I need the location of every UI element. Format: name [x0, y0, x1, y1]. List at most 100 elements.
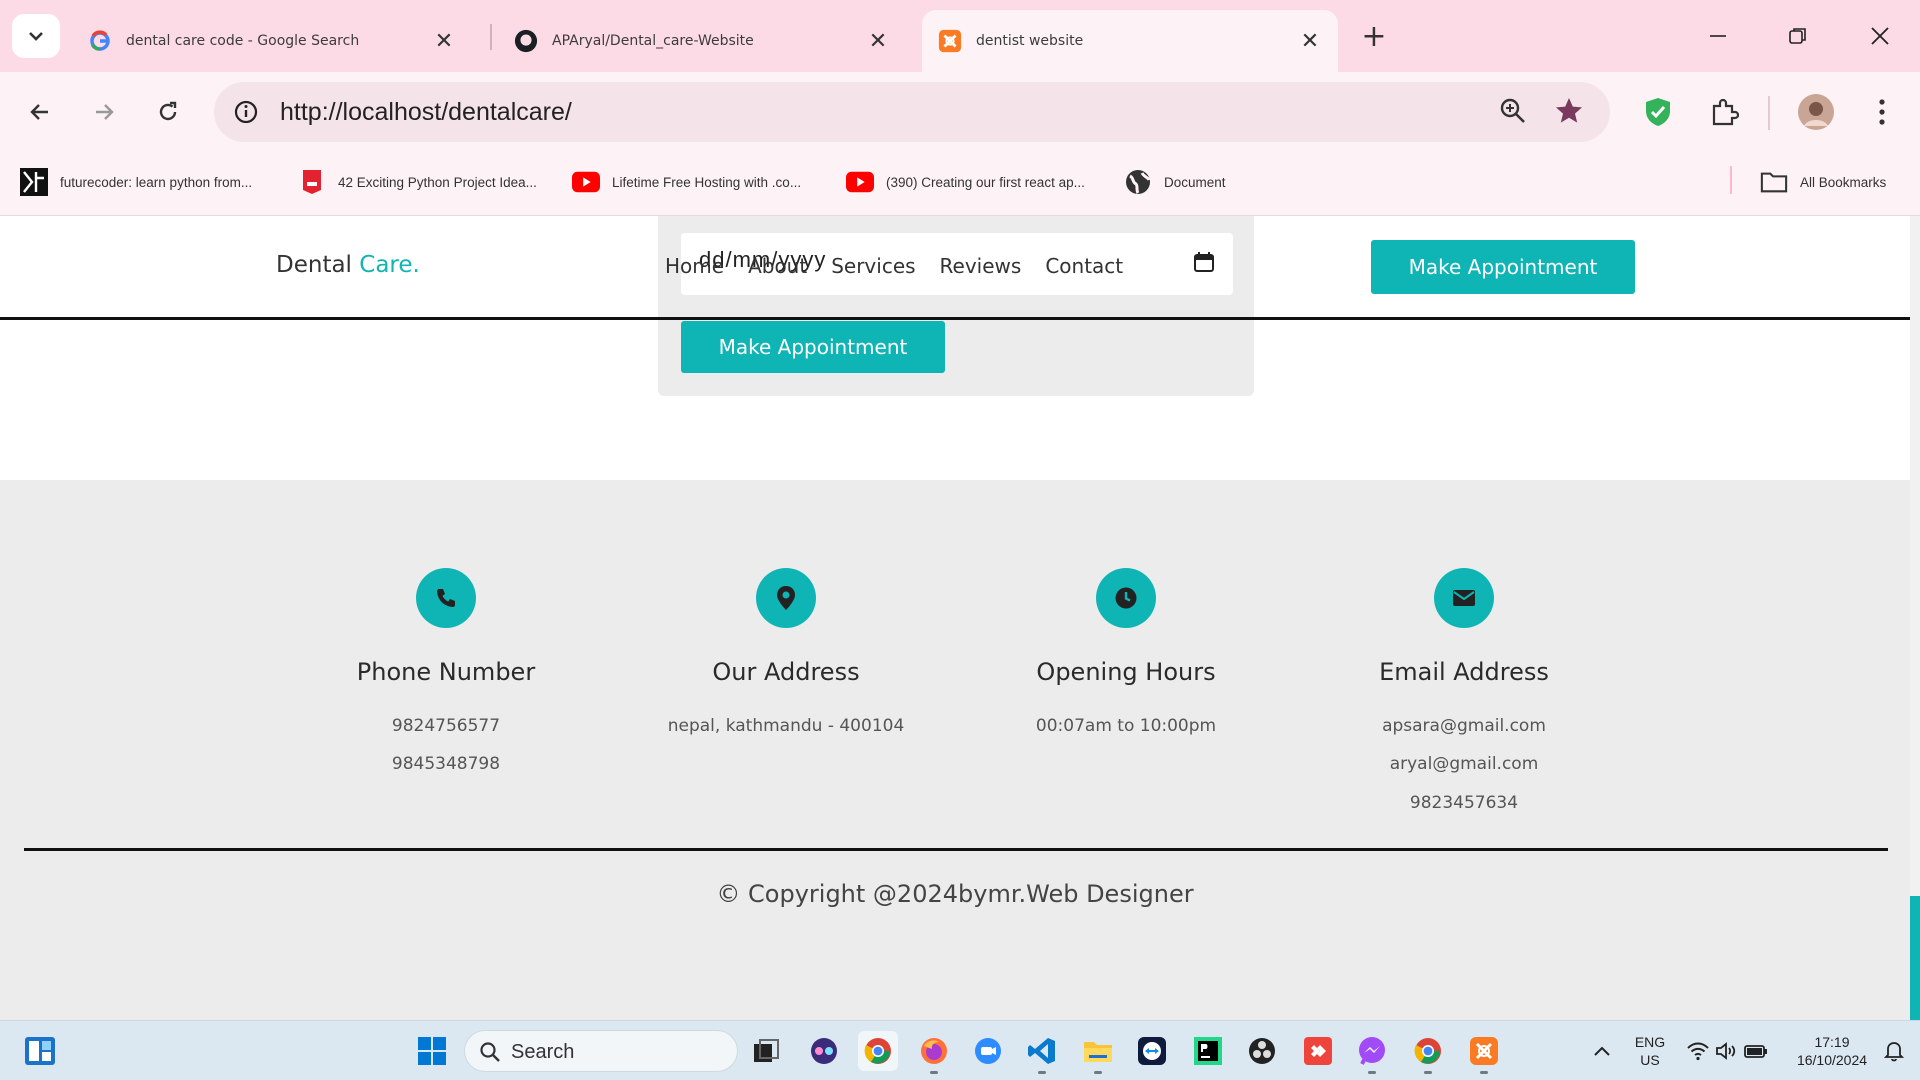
- extensions-button[interactable]: [1704, 92, 1744, 132]
- widgets-button[interactable]: [20, 1031, 60, 1071]
- tab-google-search[interactable]: dental care code - Google Search ✕: [72, 10, 472, 72]
- tab-github[interactable]: APAryal/Dental_care-Website ✕: [498, 10, 906, 72]
- clock-icon: [1096, 568, 1156, 628]
- close-icon[interactable]: ✕: [432, 29, 456, 54]
- notifications-button[interactable]: [1874, 1031, 1914, 1071]
- battery-status[interactable]: [1736, 1031, 1776, 1071]
- close-window-button[interactable]: [1862, 18, 1898, 54]
- show-hidden-icons-button[interactable]: [1582, 1031, 1622, 1071]
- envelope-icon: [1434, 568, 1494, 628]
- bookmark-label: (390) Creating our first react ap...: [886, 174, 1085, 190]
- nav-home[interactable]: Home: [665, 254, 724, 278]
- task-view-button[interactable]: [746, 1031, 786, 1071]
- folder-icon: [1084, 1042, 1112, 1062]
- clock-date[interactable]: 17:19 16/10/2024: [1782, 1033, 1882, 1069]
- browser-menu-button[interactable]: [1862, 92, 1902, 132]
- site-info-icon[interactable]: [230, 96, 262, 128]
- main-nav: Home About Services Reviews Contact: [665, 254, 1123, 278]
- bookmark-label: Lifetime Free Hosting with .co...: [612, 174, 802, 190]
- minimize-button[interactable]: [1700, 18, 1736, 54]
- close-icon[interactable]: ✕: [866, 29, 890, 54]
- taskbar-app-xampp[interactable]: [1464, 1031, 1504, 1074]
- windows-logo-icon: [418, 1037, 446, 1065]
- taskbar-app-zoom[interactable]: [968, 1031, 1008, 1071]
- copyright-text: © Copyright @2024bymr.Web Designer: [716, 880, 1194, 908]
- copilot-icon: [811, 1038, 837, 1064]
- nav-reviews[interactable]: Reviews: [940, 254, 1022, 278]
- taskbar-app-messenger[interactable]: [1352, 1031, 1392, 1074]
- nav-about[interactable]: About: [748, 254, 807, 278]
- shield-icon: [1646, 98, 1670, 126]
- restore-button[interactable]: [1780, 18, 1816, 54]
- futurecoder-icon: [20, 168, 48, 196]
- bookmark-free-hosting[interactable]: Lifetime Free Hosting with .co...: [572, 166, 801, 198]
- bookmark-python-projects[interactable]: 42 Exciting Python Project Idea...: [298, 166, 537, 198]
- taskbar-app-chrome-profile[interactable]: [1408, 1031, 1448, 1074]
- scrollbar-thumb[interactable]: [1910, 896, 1920, 1020]
- taskbar-app-teamviewer[interactable]: [1132, 1031, 1172, 1071]
- taskbar-app-firefox[interactable]: [914, 1031, 954, 1074]
- taskbar-app-anydesk[interactable]: [1298, 1031, 1338, 1071]
- reload-button[interactable]: [148, 92, 188, 132]
- bookmark-futurecoder[interactable]: futurecoder: learn python from...: [20, 166, 252, 198]
- header-appointment-button[interactable]: Make Appointment: [1371, 240, 1635, 294]
- info-title: Phone Number: [356, 658, 536, 686]
- page-viewport: dd/mm/yyyy Make Appointment Dental Care.…: [0, 216, 1920, 1020]
- info-title: Email Address: [1379, 658, 1549, 686]
- shield-extension-button[interactable]: [1638, 92, 1678, 132]
- messenger-icon: [1359, 1037, 1385, 1065]
- bookmark-document[interactable]: Document: [1124, 166, 1226, 198]
- taskbar-app-obs[interactable]: [1242, 1031, 1282, 1071]
- back-button[interactable]: [20, 92, 60, 132]
- language-indicator[interactable]: ENG US: [1624, 1033, 1676, 1069]
- tab-dentist-website[interactable]: dentist website ✕: [922, 10, 1338, 72]
- close-icon[interactable]: ✕: [1298, 29, 1322, 54]
- bookmark-label: futurecoder: learn python from...: [60, 174, 253, 190]
- zoom-icon[interactable]: [1498, 96, 1530, 128]
- nav-contact[interactable]: Contact: [1045, 254, 1123, 278]
- taskbar-app-copilot[interactable]: [804, 1031, 844, 1071]
- folder-icon: [1760, 168, 1788, 196]
- chevron-down-icon: [29, 32, 43, 41]
- profile-avatar-button[interactable]: [1796, 92, 1836, 132]
- github-icon: [514, 29, 538, 53]
- taskbar-app-chrome[interactable]: [858, 1031, 898, 1071]
- email-line-3: 9823457634: [1409, 793, 1519, 813]
- minimize-icon: [1710, 35, 1726, 37]
- obs-icon: [1249, 1038, 1275, 1064]
- taskbar-app-vscode[interactable]: [1022, 1031, 1062, 1074]
- chevron-up-icon: [1594, 1046, 1610, 1056]
- teamviewer-icon: [1138, 1037, 1166, 1065]
- forward-button[interactable]: [84, 92, 124, 132]
- all-bookmarks-label: All Bookmarks: [1800, 174, 1887, 190]
- taskbar-search[interactable]: Search: [464, 1030, 738, 1072]
- site-logo[interactable]: Dental Care.: [276, 252, 420, 278]
- taskbar-app-pycharm[interactable]: [1188, 1031, 1228, 1071]
- address-bar[interactable]: http://localhost/dentalcare/: [214, 82, 1610, 142]
- phone-icon: [416, 568, 476, 628]
- bookmark-star-icon[interactable]: [1552, 94, 1588, 130]
- bookmark-react-app[interactable]: (390) Creating our first react ap...: [846, 166, 1085, 198]
- appointment-submit-button[interactable]: Make Appointment: [681, 321, 945, 373]
- bookmarks-bar: futurecoder: learn python from... 42 Exc…: [0, 152, 1920, 216]
- firefox-icon: [921, 1038, 947, 1064]
- hours-line: 00:07am to 10:00pm: [1035, 716, 1217, 736]
- start-button[interactable]: [412, 1031, 452, 1071]
- windows-taskbar: Search ENG US 17:19 16/10/2024: [0, 1020, 1920, 1080]
- tab-search-button[interactable]: [12, 14, 60, 58]
- avatar: [1798, 94, 1834, 130]
- logo-accent: Care.: [359, 252, 420, 278]
- browser-tab-strip: dental care code - Google Search ✕ APAry…: [0, 0, 1920, 72]
- close-icon: [1871, 27, 1889, 45]
- language-code: ENG: [1634, 1034, 1666, 1050]
- url-text[interactable]: http://localhost/dentalcare/: [280, 98, 572, 127]
- anydesk-icon: [1304, 1037, 1332, 1065]
- arrow-right-icon: [96, 104, 114, 120]
- tab-title: dental care code - Google Search: [126, 33, 360, 49]
- nav-services[interactable]: Services: [831, 254, 915, 278]
- footer-section: Phone Number 9824756577 9845348798 Our A…: [0, 480, 1910, 1020]
- all-bookmarks-button[interactable]: All Bookmarks: [1760, 166, 1886, 198]
- footer-divider: [24, 848, 1888, 851]
- new-tab-button[interactable]: +: [1358, 19, 1390, 54]
- taskbar-app-file-explorer[interactable]: [1078, 1031, 1118, 1074]
